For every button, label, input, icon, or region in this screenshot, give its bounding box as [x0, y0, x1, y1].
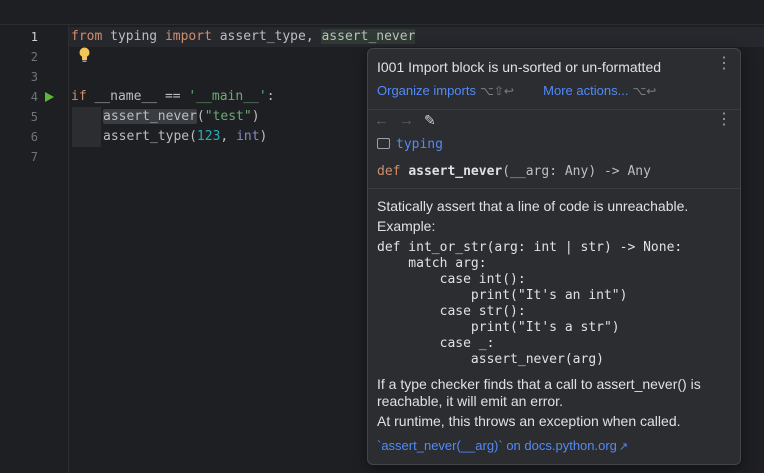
code-text: assert_type, [211, 29, 322, 44]
line-number: 7 [30, 150, 38, 164]
divider [368, 188, 740, 189]
def-keyword: def [377, 164, 409, 179]
module-name[interactable]: typing [377, 137, 443, 152]
shortcut-hint: ⌥↩ [632, 84, 657, 98]
code-text: : [266, 89, 275, 104]
code-line-5[interactable]: assert_never("test") [103, 107, 260, 127]
package-icon [377, 138, 390, 149]
code-text: ) [251, 109, 260, 124]
external-link-icon: ↗ [618, 441, 629, 453]
more-vertical-icon[interactable]: ⋮ [716, 56, 732, 72]
shortcut-hint: ⌥⇧↩ [479, 84, 514, 98]
line-number: 5 [30, 110, 38, 124]
line-gutter: 1 2 3 4 5 6 7 [0, 25, 69, 473]
code-text: assert_type [103, 129, 190, 144]
run-icon[interactable] [45, 92, 54, 102]
line-number: 6 [30, 130, 38, 144]
signature-params: (__arg: Any) -> Any [502, 164, 651, 179]
code-text: ( [189, 129, 197, 144]
line-number: 1 [30, 30, 38, 44]
code-text: ) [259, 129, 268, 144]
quick-fix-actions: Organize imports ⌥⇧↩ More actions... ⌥↩ [377, 83, 656, 98]
line-number: 4 [30, 90, 38, 104]
keyword: import [164, 29, 212, 44]
code-text: , [220, 129, 237, 144]
forward-arrow-icon[interactable]: → [399, 112, 414, 129]
doc-link-text: `assert_never(__arg)` on docs.python.org [377, 438, 617, 453]
keyword: if [71, 89, 87, 104]
number-literal: 123 [196, 129, 221, 144]
back-arrow-icon[interactable]: ← [374, 112, 389, 129]
operator: == [164, 89, 181, 104]
edit-pencil-icon[interactable]: ✎ [424, 112, 436, 128]
divider [368, 109, 740, 110]
external-doc-link[interactable]: `assert_never(__arg)` on docs.python.org… [377, 438, 628, 453]
code-text: ( [196, 109, 205, 124]
string-literal: "test" [204, 109, 252, 124]
top-bar [0, 0, 764, 25]
doc-nav-toolbar: ← → ✎ [374, 112, 446, 129]
doc-description-3: At runtime, this throws an exception whe… [377, 413, 681, 429]
line-number: 3 [30, 70, 38, 84]
organize-imports-link[interactable]: Organize imports [377, 83, 476, 98]
more-vertical-icon[interactable]: ⋮ [716, 112, 732, 128]
lightbulb-icon[interactable] [79, 47, 90, 63]
doc-description-2: If a type checker finds that a call to a… [377, 376, 701, 409]
function-name: assert_never [408, 164, 503, 179]
string-literal: '__main__' [188, 89, 267, 104]
indent-guide [72, 107, 101, 147]
highlighted-symbol[interactable]: assert_never [103, 109, 197, 124]
line-number: 2 [30, 50, 38, 64]
inspection-title: I001 Import block is un-sorted or un-for… [377, 59, 662, 75]
doc-code-example: def int_or_str(arg: int | str) -> None: … [377, 240, 683, 367]
function-signature: def assert_never(__arg: Any) -> Any [377, 164, 651, 179]
code-line-4[interactable]: if __name__ == '__main__': [71, 87, 275, 107]
documentation-popup: I001 Import block is un-sorted or un-for… [367, 48, 741, 465]
more-actions-link[interactable]: More actions... [543, 83, 628, 98]
code-line-6[interactable]: assert_type(123, int) [103, 127, 267, 147]
code-text: typing [102, 29, 165, 44]
highlighted-symbol[interactable]: assert_never [321, 29, 416, 44]
module-label: typing [396, 137, 443, 152]
code-text: __name__ [86, 89, 165, 104]
doc-description: Statically assert that a line of code is… [377, 198, 689, 234]
code-line-1-text[interactable]: from typing import assert_type, assert_n… [71, 27, 416, 47]
keyword: from [71, 29, 103, 44]
builtin-type: int [236, 129, 260, 144]
